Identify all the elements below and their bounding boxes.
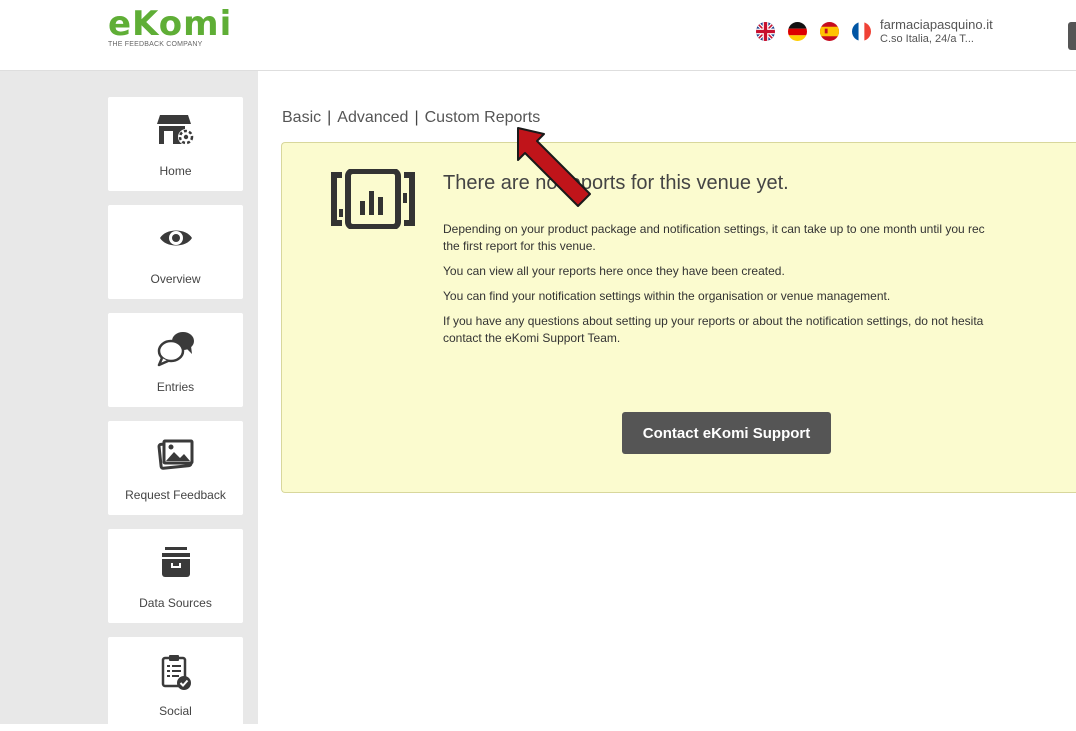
sidebar-item-request-feedback[interactable]: Request Feedback	[108, 421, 243, 515]
red-arrow-icon	[517, 127, 591, 207]
report-chart-icon	[330, 168, 416, 234]
uk-flag-icon[interactable]	[756, 22, 775, 41]
clipboard-check-icon	[108, 653, 243, 690]
sidebar-item-label: Entries	[156, 380, 195, 394]
venue-selector[interactable]: farmaciapasquino.it C.so Italia, 24/a T.…	[880, 17, 993, 47]
chat-bubbles-icon	[108, 329, 243, 367]
notice-paragraph: the first report for this venue.	[443, 239, 596, 253]
sidebar-item-label: Social	[159, 704, 192, 718]
top-bar: eKomi THE FEEDBACK COMPANY farmaciapasqu…	[0, 0, 1076, 71]
notice-body: Depending on your product package and no…	[443, 221, 1076, 355]
sidebar-item-data-sources[interactable]: Data Sources	[108, 529, 243, 623]
logo-wordmark: eKomi	[108, 4, 233, 44]
sidebar-item-label: Home	[159, 164, 192, 178]
tab-advanced[interactable]: Advanced	[337, 109, 408, 126]
ekomi-logo[interactable]: eKomi THE FEEDBACK COMPANY	[108, 6, 232, 48]
eye-icon	[108, 221, 243, 255]
tab-basic[interactable]: Basic	[282, 109, 321, 126]
report-tabs: Basic | Advanced | Custom Reports	[282, 109, 541, 126]
sidebar-item-label: Overview	[150, 272, 201, 286]
sidebar-item-label: Data Sources	[139, 596, 212, 610]
sidebar: Home Overview Entries Request Feedback D…	[0, 71, 258, 731]
images-icon	[108, 437, 243, 471]
venue-name: farmaciapasquino.it	[880, 17, 993, 32]
venue-address: C.so Italia, 24/a T...	[880, 33, 974, 45]
notice-paragraph: If you have any questions about setting …	[443, 314, 984, 328]
no-reports-notice: There are no reports for this venue yet.…	[281, 142, 1076, 493]
notice-paragraph: You can find your notification settings …	[443, 289, 891, 303]
archive-box-icon	[108, 545, 243, 579]
sidebar-item-label: Request Feedback	[125, 488, 226, 502]
sidebar-item-overview[interactable]: Overview	[108, 205, 243, 299]
notice-paragraph: contact the eKomi Support Team.	[443, 331, 621, 345]
notice-title: There are no reports for this venue yet.	[443, 172, 789, 194]
france-flag-icon[interactable]	[852, 22, 871, 41]
user-menu-button[interactable]	[1068, 22, 1076, 50]
language-switcher	[756, 22, 871, 41]
spain-flag-icon[interactable]	[820, 22, 839, 41]
sidebar-item-home[interactable]: Home	[108, 97, 243, 191]
notice-paragraph: Depending on your product package and no…	[443, 222, 985, 236]
contact-support-button[interactable]: Contact eKomi Support	[622, 412, 831, 454]
sidebar-item-entries[interactable]: Entries	[108, 313, 243, 407]
sidebar-item-social[interactable]: Social	[108, 637, 243, 731]
germany-flag-icon[interactable]	[788, 22, 807, 41]
shop-settings-icon	[108, 113, 243, 147]
notice-paragraph: You can view all your reports here once …	[443, 264, 785, 278]
